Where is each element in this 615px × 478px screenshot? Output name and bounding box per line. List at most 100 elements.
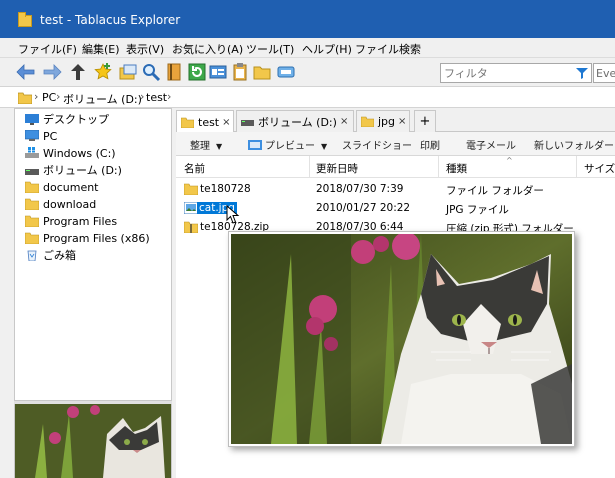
tree-item-program-files[interactable]: Program Files <box>25 213 117 229</box>
tree-item-program-files-x86[interactable]: Program Files (x86) <box>25 230 150 246</box>
new-window-icon[interactable] <box>118 62 138 82</box>
computer-icon <box>25 130 39 141</box>
menu-view[interactable]: 表示(V) <box>126 41 164 57</box>
folder-icon <box>25 215 39 227</box>
folder-tree[interactable]: デスクトップ PC Windows (C:) ボリューム (D:) docume… <box>14 108 172 401</box>
file-date: 2018/07/30 7:39 <box>316 183 404 195</box>
menu-edit[interactable]: 編集(E) <box>82 41 120 57</box>
tree-item-windows-c[interactable]: Windows (C:) <box>25 145 116 161</box>
everything-search-field[interactable]: Every <box>593 63 615 83</box>
tree-item-download[interactable]: download <box>25 196 96 212</box>
column-header-row: 名前 更新日時 種類 ^ サイズ <box>176 156 615 178</box>
folder-icon <box>25 232 39 244</box>
tree-item-pc[interactable]: PC <box>25 128 57 144</box>
image-file-icon <box>184 202 198 214</box>
add-favorite-star-icon[interactable] <box>93 62 113 82</box>
column-type[interactable]: 種類 <box>446 161 467 176</box>
breadcrumb-pc[interactable]: PC <box>42 91 56 104</box>
address-bar[interactable]: › PC › ボリューム (D:) › test › <box>0 86 615 108</box>
folder-icon <box>18 92 32 104</box>
column-divider[interactable] <box>576 156 577 178</box>
preview-button[interactable]: プレビュー ▼ <box>248 137 327 152</box>
tree-item-label: Program Files <box>43 214 118 228</box>
tab-close-icon[interactable]: × <box>222 117 230 128</box>
preview-pane-image <box>14 404 172 478</box>
mouse-pointer-icon <box>226 205 240 224</box>
breadcrumb-volume-d[interactable]: ボリューム (D:) <box>63 91 142 107</box>
command-bar: 整理 ▼ プレビュー ▼ スライドショー 印刷 電子メール 新しいフォルダー <box>176 132 615 156</box>
explorer-window: test - Tablacus Explorer ファイル(F) 編集(E) 表… <box>0 0 615 478</box>
file-row-te180728[interactable]: te180728 2018/07/30 7:39 ファイル フォルダー <box>176 180 615 199</box>
tree-item-desktop[interactable]: デスクトップ <box>25 111 109 127</box>
file-date: 2010/01/27 20:22 <box>316 202 411 214</box>
breadcrumb-separator-icon[interactable]: › <box>56 90 60 103</box>
menu-favorites[interactable]: お気に入り(A) <box>172 41 243 57</box>
new-tab-button[interactable]: + <box>414 110 436 132</box>
tab-volume-d[interactable]: ボリューム (D:) × <box>236 110 354 132</box>
organize-button[interactable]: 整理 ▼ <box>190 137 222 152</box>
new-folder-icon[interactable] <box>252 62 272 82</box>
file-name: te180728 <box>200 183 251 195</box>
breadcrumb-test[interactable]: test <box>146 91 167 104</box>
breadcrumb-separator-icon[interactable]: › <box>167 90 171 103</box>
up-arrow-icon[interactable] <box>68 62 88 82</box>
tree-item-volume-d[interactable]: ボリューム (D:) <box>25 162 122 178</box>
column-divider[interactable] <box>438 156 439 178</box>
filter-funnel-icon[interactable] <box>575 66 589 80</box>
tree-item-label: Program Files (x86) <box>43 231 150 245</box>
tree-item-label: download <box>43 197 97 211</box>
search-magnifier-icon[interactable] <box>141 62 161 82</box>
menu-tools[interactable]: ツール(T) <box>246 41 294 57</box>
tab-jpg[interactable]: jpg × <box>356 110 410 132</box>
breadcrumb-separator-icon[interactable]: › <box>34 90 38 103</box>
drive-icon <box>241 120 254 126</box>
filter-field[interactable] <box>440 63 592 83</box>
forward-arrow-icon[interactable] <box>42 62 62 82</box>
window-title: test - Tablacus Explorer <box>40 13 181 27</box>
email-button[interactable]: 電子メール <box>466 137 516 152</box>
properties-icon[interactable] <box>208 62 228 82</box>
bookmark-icon[interactable] <box>164 62 184 82</box>
clipboard-icon[interactable] <box>230 62 250 82</box>
chevron-down-icon: ▼ <box>216 142 223 151</box>
breadcrumb-separator-icon[interactable]: › <box>140 90 144 103</box>
tree-item-document[interactable]: document <box>25 179 99 195</box>
tree-item-label: document <box>43 180 99 194</box>
recycle-bin-icon <box>27 250 37 261</box>
rename-icon[interactable] <box>276 62 296 82</box>
back-arrow-icon[interactable] <box>16 62 36 82</box>
column-size[interactable]: サイズ <box>584 161 615 176</box>
folder-icon <box>25 198 39 210</box>
desktop-icon <box>25 114 39 125</box>
filter-input[interactable] <box>444 66 572 80</box>
tab-strip: test × ボリューム (D:) × jpg × + <box>176 108 615 133</box>
title-bar: test - Tablacus Explorer <box>0 0 615 38</box>
sort-ascending-icon: ^ <box>506 156 513 165</box>
tree-item-recycle-bin[interactable]: ごみ箱 <box>25 247 76 263</box>
menu-file-search[interactable]: ファイル検索 <box>355 41 421 57</box>
preview-icon <box>248 140 262 150</box>
print-button[interactable]: 印刷 <box>420 137 440 152</box>
folder-icon <box>25 181 39 193</box>
menu-help[interactable]: ヘルプ(H) <box>302 41 352 57</box>
tab-close-icon[interactable]: × <box>340 116 348 127</box>
tab-label: jpg <box>378 115 396 128</box>
menu-bar: ファイル(F) 編集(E) 表示(V) お気に入り(A) ツール(T) ヘルプ(… <box>0 38 615 58</box>
tab-close-icon[interactable]: × <box>398 116 406 127</box>
new-folder-button[interactable]: 新しいフォルダー <box>534 137 614 152</box>
column-name[interactable]: 名前 <box>184 161 205 176</box>
menu-file[interactable]: ファイル(F) <box>18 41 77 57</box>
column-divider[interactable] <box>309 156 310 178</box>
file-type: JPG ファイル <box>446 204 509 216</box>
folder-icon <box>181 117 194 128</box>
file-type: ファイル フォルダー <box>446 185 544 197</box>
tab-label: test <box>198 115 220 129</box>
tab-label: ボリューム (D:) <box>258 115 337 129</box>
file-row-cat-jpg[interactable]: cat.jpg 2010/01/27 20:22 JPG ファイル <box>176 199 615 218</box>
folder-icon <box>361 116 374 127</box>
chevron-down-icon: ▼ <box>321 142 328 151</box>
refresh-icon[interactable] <box>187 62 207 82</box>
slideshow-button[interactable]: スライドショー <box>342 137 412 152</box>
column-modified[interactable]: 更新日時 <box>316 161 358 176</box>
tab-test[interactable]: test × <box>176 110 234 133</box>
